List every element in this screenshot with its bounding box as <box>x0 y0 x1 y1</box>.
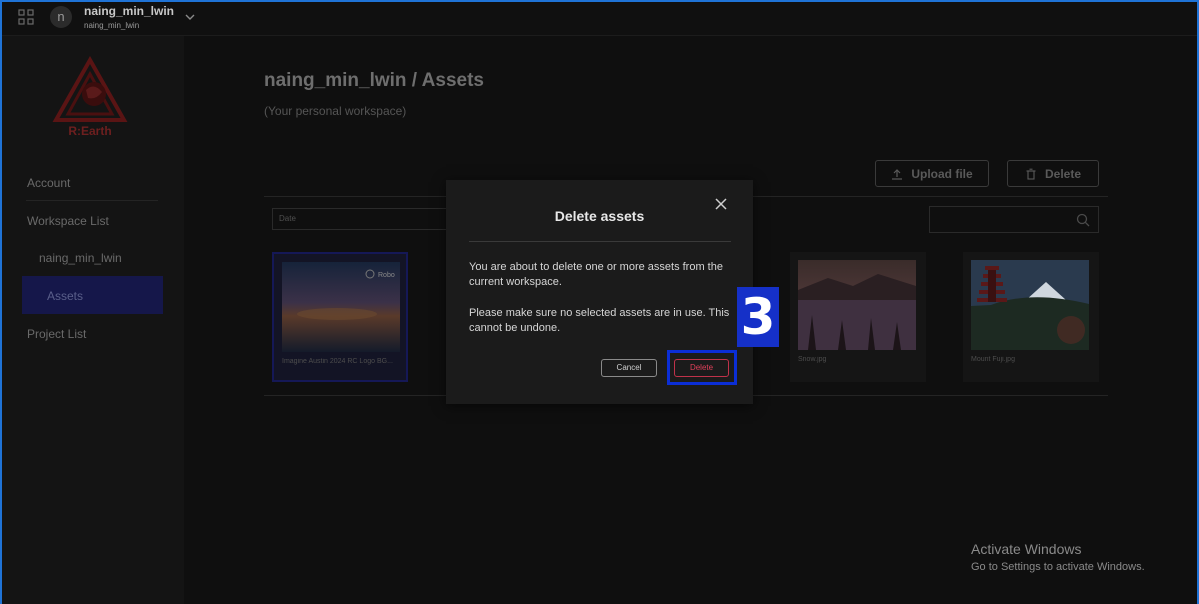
close-icon[interactable] <box>714 197 728 211</box>
watermark-subtitle: Go to Settings to activate Windows. <box>971 561 1145 573</box>
sidebar-item-workspace[interactable]: naing_min_lwin <box>39 251 122 265</box>
apps-grid-icon[interactable] <box>18 9 34 25</box>
logo-text: R:Earth <box>68 124 112 138</box>
search-icon[interactable] <box>1076 213 1090 227</box>
asset-name: Mount Fuji.jpg <box>971 356 1015 363</box>
upload-file-button[interactable]: Upload file <box>875 160 989 187</box>
upload-file-label: Upload file <box>911 166 973 181</box>
sidebar-item-label: Assets <box>47 289 84 303</box>
asset-card[interactable]: Robo Imagine Austin 2024 RC Logo BG... <box>272 252 408 382</box>
sidebar-item-account[interactable]: Account <box>27 176 70 190</box>
divider <box>26 200 158 201</box>
chevron-down-icon[interactable] <box>184 11 196 23</box>
dialog-warning: Please make sure no selected assets are … <box>469 307 730 334</box>
dialog-divider <box>469 241 731 242</box>
workspace-name[interactable]: naing_min_lwin <box>84 4 174 18</box>
sidebar-item-project-list[interactable]: Project List <box>27 327 86 341</box>
page-subtitle: (Your personal workspace) <box>264 104 407 118</box>
asset-thumbnail <box>971 260 1089 350</box>
sidebar-item-workspace-list[interactable]: Workspace List <box>27 214 109 228</box>
avatar[interactable]: n <box>50 6 72 28</box>
sidebar: R:Earth Account Workspace List naing_min… <box>0 36 184 604</box>
page-title: naing_min_lwin / Assets <box>264 70 484 91</box>
step-number-badge: 3 <box>737 287 779 347</box>
search-input[interactable] <box>929 206 1099 233</box>
date-sort-select[interactable]: Date <box>272 208 452 230</box>
delete-label: Delete <box>1044 166 1082 181</box>
cancel-button[interactable]: Cancel <box>601 359 657 377</box>
reearth-logo: R:Earth <box>50 54 130 142</box>
asset-name: Snow.jpg <box>798 356 827 363</box>
workspace-subtitle: naing_min_lwin <box>84 21 140 30</box>
dialog-title: Delete assets <box>554 208 645 224</box>
asset-name: Imagine Austin 2024 RC Logo BG... <box>282 358 393 365</box>
thumbnail-text: Robo <box>378 272 395 279</box>
asset-thumbnail: Robo <box>282 262 400 352</box>
asset-thumbnail <box>798 260 916 350</box>
delete-assets-button[interactable]: Delete <box>1007 160 1099 187</box>
sidebar-item-assets[interactable]: Assets <box>22 276 163 314</box>
upload-icon <box>892 168 903 180</box>
dialog-message: You are about to delete one or more asse… <box>469 261 723 288</box>
watermark-title: Activate Windows <box>971 541 1082 557</box>
asset-card[interactable]: Snow.jpg <box>790 252 926 382</box>
highlight-annotation <box>667 350 737 385</box>
trash-icon <box>1026 168 1036 180</box>
windows-activation-watermark: Activate Windows Go to Settings to activ… <box>971 541 1145 573</box>
asset-card[interactable]: Mount Fuji.jpg <box>963 252 1099 382</box>
logo-icon <box>52 55 128 122</box>
top-bar: n naing_min_lwin naing_min_lwin <box>0 0 1199 36</box>
